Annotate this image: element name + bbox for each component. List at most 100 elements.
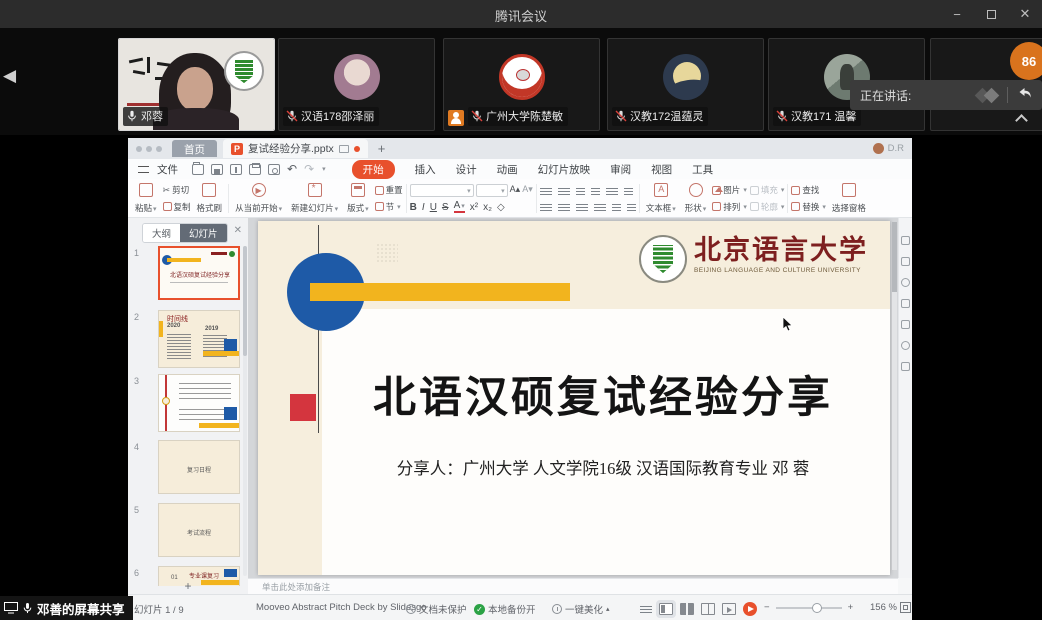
tab-home[interactable]: 开始 — [352, 160, 395, 179]
zoom-slider-knob[interactable] — [812, 603, 822, 613]
slide-thumbnail-4[interactable]: 复习日程 — [158, 440, 240, 494]
subscript-button[interactable]: x₂ — [483, 202, 492, 213]
right-rail-icon[interactable] — [901, 257, 910, 266]
participant-count-badge[interactable]: 86 — [1010, 42, 1042, 80]
hamburger-icon[interactable] — [138, 166, 149, 173]
paste-button[interactable]: 粘贴▾ — [132, 182, 160, 215]
section-button[interactable]: 节▾ — [375, 201, 403, 213]
cut-button[interactable]: ✂剪切 — [163, 184, 191, 196]
text-direction-button[interactable] — [606, 186, 618, 195]
align-right-button[interactable] — [576, 202, 588, 211]
replace-button[interactable]: 替换▾ — [791, 201, 826, 213]
save-icon[interactable] — [211, 164, 223, 175]
font-size-combo[interactable]: ▾ — [476, 184, 508, 197]
account-chip[interactable]: D.R — [873, 143, 904, 154]
right-rail-icon[interactable] — [901, 362, 910, 371]
tab-review[interactable]: 审阅 — [610, 162, 631, 177]
selection-pane-button[interactable]: 选择窗格 — [829, 182, 869, 215]
copy-button[interactable]: 复制 — [163, 201, 191, 213]
redo-icon[interactable]: ↷ — [304, 162, 314, 176]
right-rail-icon[interactable] — [901, 320, 910, 329]
find-button[interactable]: 查找 — [791, 184, 826, 196]
decrease-indent-button[interactable] — [576, 186, 585, 195]
right-rail-icon[interactable] — [901, 341, 910, 350]
slide-thumbnail-1[interactable]: 北语汉硕复试经验分享 — [158, 246, 240, 300]
quickbar-dropdown-icon[interactable]: ▾ — [322, 165, 326, 173]
align-left-button[interactable] — [540, 202, 552, 211]
add-slide-button[interactable]: + — [128, 579, 248, 593]
font-family-combo[interactable]: ▾ — [410, 184, 474, 197]
scroll-left-icon[interactable]: ◀ — [3, 66, 16, 86]
backup-status[interactable]: ✓ 本地备份开 — [474, 602, 536, 616]
outline-button[interactable]: 轮廓▾ — [750, 201, 785, 213]
participant-tile[interactable]: 汉教172温蕴灵 — [607, 38, 764, 131]
picture-button[interactable]: 图片▾ — [712, 184, 747, 196]
slides-tab[interactable]: 幻灯片 — [180, 224, 227, 242]
tab-animation[interactable]: 动画 — [497, 162, 518, 177]
close-button[interactable]: ✕ — [1008, 0, 1042, 28]
participant-tile[interactable]: 汉语178邵泽丽 — [278, 38, 435, 131]
superscript-button[interactable]: x² — [470, 202, 478, 213]
right-rail-icon[interactable] — [901, 278, 910, 287]
format-painter-button[interactable]: 格式刷 — [194, 182, 226, 215]
restore-button[interactable] — [974, 0, 1008, 28]
reply-arrow-icon[interactable] — [1018, 86, 1032, 104]
normal-view-icon[interactable] — [659, 603, 673, 615]
layout-button[interactable]: 版式▾ — [344, 182, 372, 215]
textbox-button[interactable]: 文本框▾ — [643, 182, 679, 215]
fit-window-icon[interactable] — [900, 602, 911, 613]
strikethrough-button[interactable]: S — [442, 202, 449, 213]
panel-close-icon[interactable]: ✕ — [234, 225, 242, 236]
bold-button[interactable]: B — [410, 202, 417, 213]
beautify-button[interactable]: 一键美化▴ — [552, 602, 610, 616]
slide-sorter-icon[interactable] — [680, 603, 694, 615]
slide-thumbnail-5[interactable]: 考试流程 — [158, 503, 240, 557]
undo-icon[interactable]: ↶ — [287, 162, 297, 176]
fill-button[interactable]: 填充▾ — [750, 184, 785, 196]
zoom-slider[interactable] — [776, 607, 842, 609]
status-menu-icon[interactable] — [640, 605, 652, 613]
justify-button[interactable] — [594, 202, 606, 211]
bullets-button[interactable] — [540, 186, 552, 195]
tab-view[interactable]: 视图 — [651, 162, 672, 177]
tab-design[interactable]: 设计 — [456, 162, 477, 177]
clear-format-button[interactable]: ◇ — [497, 202, 505, 213]
tab-tools[interactable]: 工具 — [692, 162, 713, 177]
zoom-in-icon[interactable]: + — [848, 602, 854, 613]
canvas-scrollbar[interactable] — [892, 222, 897, 570]
slide-thumbnail-2[interactable]: 时间线 2020 2019 — [158, 310, 240, 368]
slideshow-play-icon[interactable] — [743, 602, 757, 616]
increase-indent-button[interactable] — [591, 186, 600, 195]
menu-file[interactable]: 文件 — [157, 162, 178, 177]
protection-status[interactable]: 文档未保护 — [406, 602, 467, 616]
participant-tile[interactable]: 邓蓉 — [118, 38, 275, 131]
tab-insert[interactable]: 插入 — [415, 162, 436, 177]
font-color-button[interactable]: A▾ — [454, 201, 465, 213]
new-tab-button[interactable]: + — [378, 141, 386, 156]
reading-view-icon[interactable] — [701, 603, 715, 615]
print-preview-icon[interactable] — [268, 164, 280, 175]
align-center-button[interactable] — [558, 202, 570, 211]
increase-font-button[interactable]: A▴ — [510, 184, 521, 197]
new-slide-button[interactable]: 新建幻灯片▾ — [288, 182, 341, 215]
export-icon[interactable] — [230, 164, 242, 175]
distribute-button[interactable] — [627, 202, 636, 211]
notes-bar[interactable]: 单击此处添加备注 — [248, 578, 898, 594]
panel-scrollbar[interactable] — [243, 246, 247, 576]
decrease-font-button[interactable]: A▾ — [522, 184, 533, 197]
participant-tile[interactable]: 广州大学陈楚敏 — [443, 38, 600, 131]
zoom-out-icon[interactable]: − — [764, 602, 770, 613]
document-tab[interactable]: P 复试经验分享.pptx — [223, 139, 368, 158]
play-from-current-button[interactable]: ▶ 从当前开始▾ — [232, 182, 285, 215]
align-text-button[interactable] — [624, 186, 633, 195]
outline-tab[interactable]: 大纲 — [143, 224, 180, 242]
open-file-icon[interactable] — [192, 164, 204, 175]
print-icon[interactable] — [249, 164, 261, 175]
minimize-button[interactable]: − — [940, 0, 974, 28]
current-slide[interactable]: 北京语言大学 BEIJING LANGUAGE AND CULTURE UNIV… — [258, 221, 890, 575]
underline-button[interactable]: U — [430, 202, 437, 213]
presenter-view-icon[interactable] — [722, 603, 736, 615]
reset-button[interactable]: 重置 — [375, 184, 403, 196]
wps-home-tab[interactable]: 首页 — [172, 140, 217, 157]
right-rail-icon[interactable] — [901, 236, 910, 245]
